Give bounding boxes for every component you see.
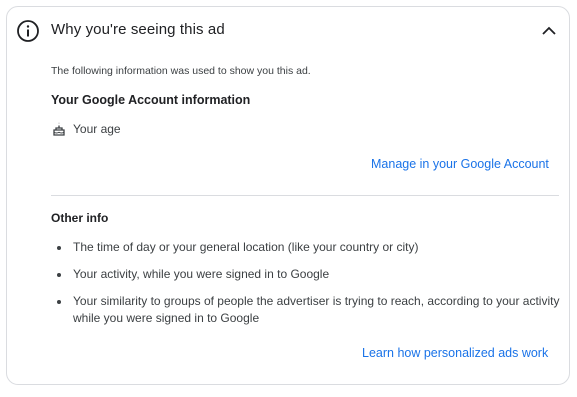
chevron-up-icon[interactable] [539,21,559,41]
other-info-title: Other info [51,211,109,225]
age-label: Your age [73,122,121,136]
card-title: Why you're seeing this ad [51,21,225,38]
info-icon [17,20,39,42]
list-item: The time of day or your general location… [51,239,561,256]
personalized-ads-link[interactable]: Learn how personalized ads work [362,346,548,360]
intro-text: The following information was used to sh… [51,65,311,77]
account-section-title: Your Google Account information [51,93,251,107]
ad-info-card: Why you're seeing this ad The following … [6,6,570,385]
divider [51,195,559,196]
cake-icon [53,122,65,136]
other-info-list: The time of day or your general location… [51,239,561,337]
card-header: Why you're seeing this ad [7,7,569,55]
manage-account-link[interactable]: Manage in your Google Account [371,157,549,171]
list-item: Your similarity to groups of people the … [51,293,561,327]
list-item: Your activity, while you were signed in … [51,266,561,283]
